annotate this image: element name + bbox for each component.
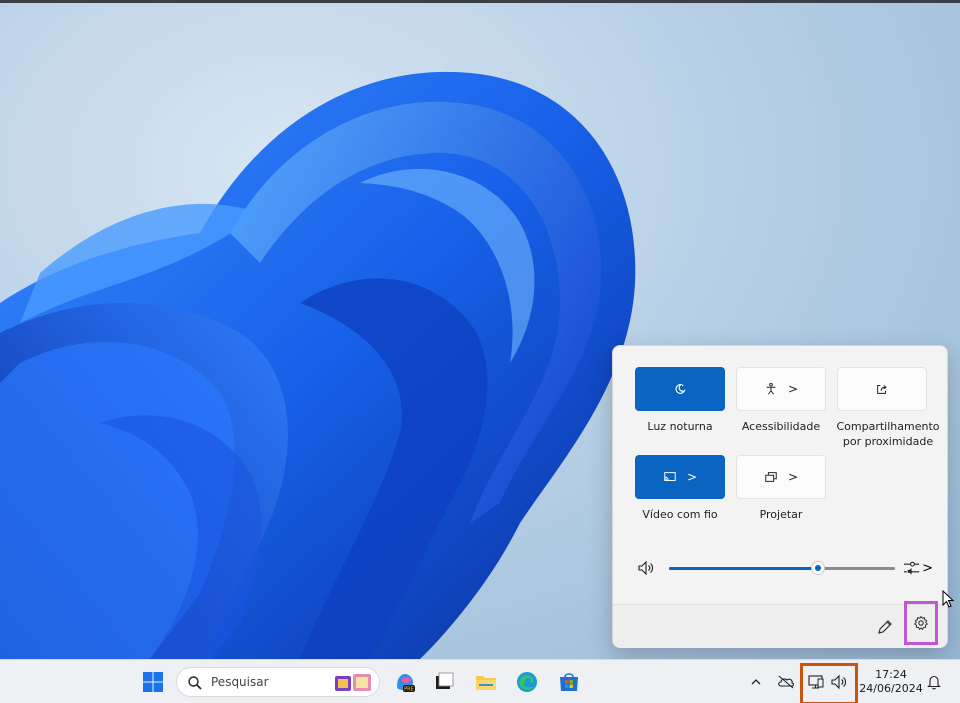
volume-slider-thumb[interactable]	[811, 561, 826, 575]
tile-nearby-share-label-line2: por proximidade	[842, 435, 934, 448]
audio-output-button[interactable]: >	[903, 558, 933, 578]
cast-icon	[664, 472, 676, 481]
volume-slider-fill	[669, 567, 819, 570]
onedrive-button[interactable]	[776, 672, 796, 692]
windows-logo-icon[interactable]	[141, 670, 165, 694]
tile-night-light[interactable]	[635, 367, 725, 411]
file-explorer-icon[interactable]	[474, 670, 498, 694]
chevron-right-icon: >	[922, 560, 933, 576]
network-icon	[808, 675, 824, 689]
svg-text:PRE: PRE	[404, 687, 414, 693]
audio-output-icon	[903, 561, 920, 575]
bell-icon	[927, 675, 941, 690]
night-light-icon	[675, 384, 686, 394]
copilot-icon[interactable]: PRE	[393, 670, 417, 694]
clock[interactable]: 17:24 24/06/2024	[858, 668, 924, 696]
tile-accessibility[interactable]: >	[736, 367, 826, 411]
onedrive-offline-icon	[778, 675, 795, 689]
store-icon[interactable]	[557, 670, 581, 694]
chevron-right-icon: >	[787, 470, 799, 484]
gear-icon	[914, 615, 928, 631]
tile-wired-video-label: Vídeo com fio	[642, 508, 718, 521]
notifications-button[interactable]	[924, 672, 944, 692]
volume-icon	[831, 674, 846, 690]
terminal-icon[interactable]	[432, 670, 456, 694]
volume-row: >	[637, 558, 937, 578]
quick-settings-footer	[613, 601, 947, 648]
quick-settings-panel: Luz noturna > Acessibilidade Compartilha…	[612, 345, 948, 648]
tile-project-label: Projetar	[759, 508, 803, 521]
tile-nearby-share[interactable]	[837, 367, 927, 411]
search-placeholder: Pesquisar	[211, 675, 269, 689]
network-button[interactable]	[806, 672, 826, 692]
settings-button[interactable]	[904, 601, 938, 645]
speaker-icon[interactable]	[637, 560, 655, 576]
share-icon	[877, 385, 887, 394]
taskbar-search-box[interactable]: Pesquisar	[176, 667, 380, 697]
chevron-right-icon: >	[686, 470, 698, 484]
clock-date: 24/06/2024	[859, 682, 923, 695]
accessibility-icon	[766, 382, 776, 395]
pencil-icon[interactable]	[875, 617, 895, 637]
volume-slider[interactable]	[669, 561, 895, 575]
project-icon	[765, 472, 777, 482]
tile-night-light-label: Luz noturna	[647, 420, 713, 433]
clock-time: 17:24	[875, 668, 907, 681]
network-volume-highlight[interactable]	[800, 663, 858, 703]
tile-project[interactable]: >	[736, 455, 826, 499]
show-hidden-icons-button[interactable]	[746, 672, 766, 692]
mouse-cursor-icon	[942, 590, 954, 608]
edge-icon[interactable]	[515, 670, 539, 694]
search-icon	[188, 676, 202, 690]
tile-wired-video[interactable]: >	[635, 455, 725, 499]
search-highlight-icon	[335, 674, 371, 691]
chevron-up-icon	[751, 679, 761, 685]
taskbar: Pesquisar PRE 17:24 24/06/2024	[0, 659, 960, 703]
volume-button[interactable]	[829, 672, 849, 692]
tile-nearby-share-label-line1: Compartilhamento	[836, 420, 940, 433]
chevron-right-icon: >	[787, 382, 799, 396]
tile-accessibility-label: Acessibilidade	[741, 420, 821, 433]
